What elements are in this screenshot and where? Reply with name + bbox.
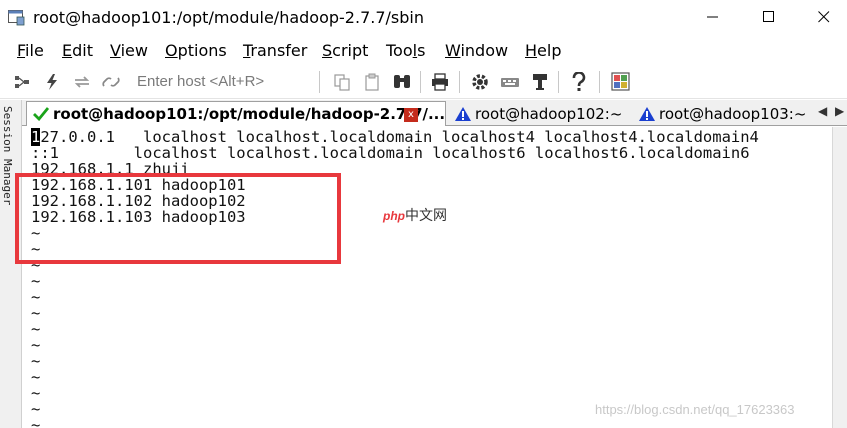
menu-help-label: elp (537, 41, 562, 60)
maximize-button[interactable] (746, 0, 792, 34)
window-title: root@hadoop101:/opt/module/hadoop-2.7.7/… (33, 8, 424, 27)
reconnect-icon[interactable] (72, 72, 92, 92)
terminal-line: ::1 localhost localhost.localdomain loca… (31, 144, 750, 162)
menu-help[interactable]: Help (525, 41, 561, 60)
toolbar (0, 63, 847, 99)
terminal-empty-line: ~ (31, 368, 41, 386)
php-cn-watermark: php中文网 (383, 205, 447, 225)
tab-scroll-right-icon[interactable]: ▶ (835, 104, 844, 118)
title-bar: root@hadoop101:/opt/module/hadoop-2.7.7/… (0, 0, 847, 36)
menu-window-label: indow (460, 41, 509, 60)
connected-check-icon (33, 107, 49, 121)
settings-icon[interactable] (470, 72, 490, 92)
menu-file-mnemonic: F (17, 41, 26, 60)
menu-edit-mnemonic: E (62, 41, 73, 60)
menu-view-label: iew (120, 41, 148, 60)
terminal-empty-line: ~ (31, 352, 41, 370)
menu-view-mnemonic: V (110, 41, 121, 60)
menu-transfer[interactable]: Transfer (243, 41, 307, 60)
highlight-annotation-box (15, 173, 341, 264)
menu-options-mnemonic: O (165, 41, 178, 60)
session-manager-panel[interactable]: Session Manager (0, 100, 22, 428)
copy-icon[interactable] (332, 72, 352, 92)
menu-file[interactable]: File (17, 41, 44, 60)
menu-tools-label-end: s (417, 41, 426, 60)
tab-bar: root@hadoop101:/opt/module/hadoop-2.7.7/… (22, 100, 847, 126)
minimize-button[interactable] (690, 0, 736, 34)
terminal-empty-line: ~ (31, 384, 41, 402)
tab-hadoop103[interactable]: root@hadoop103:~ (634, 101, 824, 126)
tab-scroll-left-icon[interactable]: ◀ (818, 104, 827, 118)
blog-url-watermark: https://blog.csdn.net/qq_17623363 (595, 402, 795, 417)
php-watermark-text: 中文网 (405, 207, 447, 223)
quick-connect-icon[interactable] (42, 72, 62, 92)
session-manager-label: Session Manager (1, 106, 14, 206)
sftp-icon[interactable] (530, 72, 550, 92)
find-icon[interactable] (392, 72, 412, 92)
tab-label: root@hadoop101:/opt/module/hadoop-2.7.7/… (53, 105, 446, 123)
securecrt-terminal-icon (8, 9, 25, 26)
menu-script-label: cript (332, 41, 369, 60)
help-icon[interactable] (569, 72, 589, 92)
menu-help-mnemonic: H (525, 41, 538, 60)
terminal-line: 127.0.0.1 localhost localhost.localdomai… (31, 128, 759, 146)
menu-edit[interactable]: Edit (62, 41, 93, 60)
menu-options-label: ptions (177, 41, 227, 60)
tab-hadoop101[interactable]: root@hadoop101:/opt/module/hadoop-2.7.7/… (26, 101, 446, 126)
menu-options[interactable]: Options (165, 41, 227, 60)
menu-view[interactable]: View (110, 41, 148, 60)
maximize-icon (763, 8, 775, 27)
disconnect-icon[interactable] (101, 72, 121, 92)
tab-label: root@hadoop102:~ (475, 104, 623, 123)
close-button[interactable] (801, 0, 847, 34)
script-icon[interactable] (611, 72, 631, 92)
terminal-scrollbar[interactable] (832, 127, 847, 428)
toolbar-separator (558, 71, 559, 93)
keymap-icon[interactable] (500, 72, 520, 92)
tab-label: root@hadoop103:~ (659, 104, 807, 123)
tab-hadoop102[interactable]: root@hadoop102:~ (450, 101, 630, 126)
tab-close-button[interactable]: x (404, 108, 418, 122)
terminal-empty-line: ~ (31, 272, 41, 290)
menu-transfer-label: ransfer (250, 41, 308, 60)
menu-bar: File Edit View Options Transfer Script T… (0, 36, 847, 63)
terminal-empty-line: ~ (31, 400, 41, 418)
print-icon[interactable] (430, 72, 450, 92)
terminal-empty-line: ~ (31, 288, 41, 306)
close-icon (818, 8, 830, 27)
terminal-empty-line: ~ (31, 336, 41, 354)
terminal-empty-line: ~ (31, 416, 41, 428)
warning-icon (638, 106, 656, 122)
menu-file-label: ile (25, 41, 44, 60)
terminal-empty-line: ~ (31, 304, 41, 322)
toolbar-separator (459, 71, 460, 93)
toolbar-separator (599, 71, 600, 93)
close-icon: x (408, 109, 414, 120)
menu-script[interactable]: Script (322, 41, 368, 60)
menu-window-mnemonic: W (445, 41, 461, 60)
minimize-icon (707, 8, 719, 27)
connect-icon[interactable] (12, 72, 32, 92)
menu-script-mnemonic: S (322, 41, 333, 60)
menu-tools[interactable]: Tools (386, 41, 425, 60)
paste-icon[interactable] (362, 72, 382, 92)
menu-tools-label-start: Too (386, 41, 413, 60)
menu-edit-label: dit (72, 41, 93, 60)
menu-window[interactable]: Window (445, 41, 508, 60)
toolbar-separator (420, 71, 421, 93)
toolbar-separator (319, 71, 320, 93)
warning-icon (454, 106, 472, 122)
host-input[interactable] (132, 70, 312, 92)
terminal-empty-line: ~ (31, 320, 41, 338)
php-watermark-mark: php (383, 209, 405, 223)
